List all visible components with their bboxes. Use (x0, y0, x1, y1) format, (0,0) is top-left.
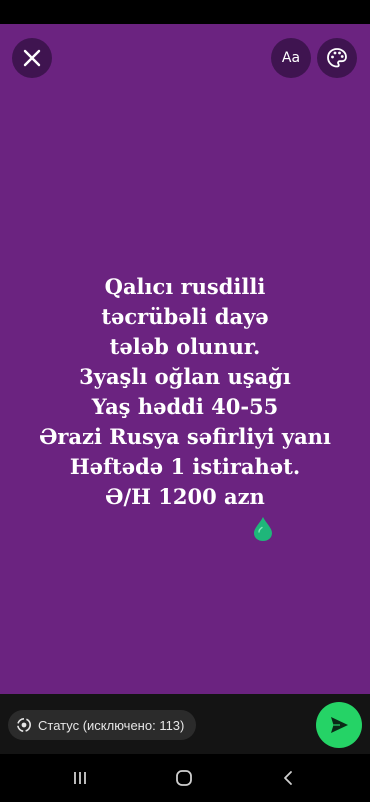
nav-back-button[interactable] (272, 762, 304, 794)
status-audience-selector[interactable]: Статус (исключено: 113) (8, 710, 197, 740)
status-audience-label: Статус (исключено: 113) (38, 717, 185, 733)
text-style-button[interactable]: Aa (271, 38, 311, 78)
story-text-line: Ə/H 1200 azn (105, 484, 265, 509)
story-text: Qalıcı rusdilli təcrübəli dayə tələb olu… (0, 272, 370, 512)
story-text-line: təcrübəli dayə (101, 304, 269, 329)
text-style-label: Aa (281, 50, 301, 66)
close-icon (23, 49, 41, 67)
home-icon (176, 770, 192, 786)
story-text-line: Ərazi Rusya səfirliyi yanı (39, 424, 331, 449)
green-drop-emoji-icon (254, 517, 272, 541)
palette-button[interactable] (317, 38, 357, 78)
recents-icon (74, 772, 86, 784)
story-text-line: Qalıcı rusdilli (104, 274, 266, 299)
close-button[interactable] (12, 38, 52, 78)
nav-recents-button[interactable] (64, 762, 96, 794)
palette-icon (327, 48, 347, 68)
back-icon (284, 771, 292, 785)
system-status-bar (0, 0, 370, 24)
story-text-line: tələb olunur. (109, 334, 261, 359)
story-text-line: 3yaşlı oğlan uşağı (79, 364, 291, 389)
story-text-line: Həftədə 1 istirahət. (69, 454, 301, 479)
status-audience-icon (17, 718, 31, 732)
send-icon (331, 717, 348, 733)
send-button[interactable] (316, 702, 362, 748)
story-text-line: Yaş həddi 40-55 (91, 394, 279, 419)
nav-home-button[interactable] (168, 762, 200, 794)
